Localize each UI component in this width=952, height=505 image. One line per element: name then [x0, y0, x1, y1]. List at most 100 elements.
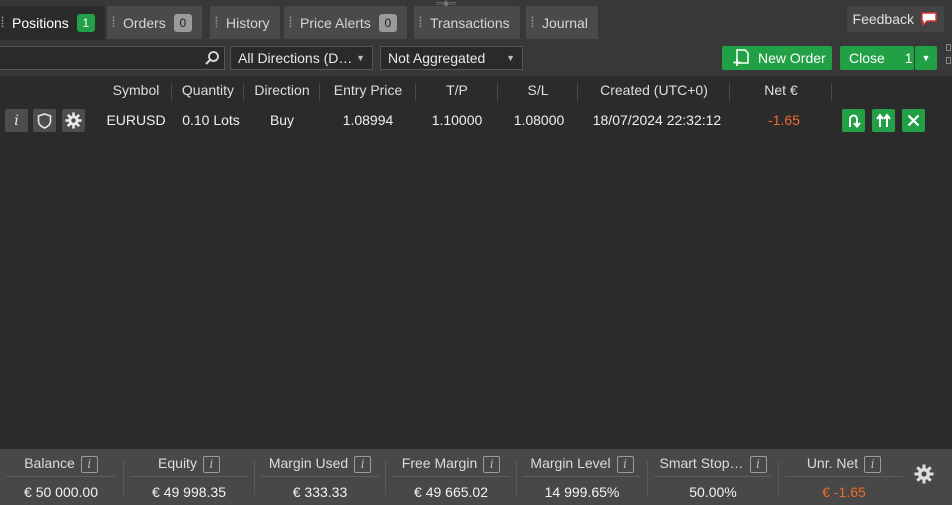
side-panel-grip[interactable]	[944, 40, 952, 80]
new-order-icon	[733, 49, 749, 66]
drag-handle-icon	[289, 16, 292, 28]
divider	[130, 476, 248, 477]
chevron-down-icon: ▼	[506, 53, 515, 63]
stat-margin-used: Margin Used i € 333.33	[255, 453, 385, 501]
tab-orders[interactable]: Orders 0	[107, 6, 202, 39]
close-count: 1	[904, 50, 913, 66]
info-icon[interactable]: i	[749, 455, 767, 473]
tab-label: Transactions	[430, 14, 510, 31]
feedback-label: Feedback	[852, 11, 914, 27]
search-input[interactable]	[0, 46, 225, 70]
cell-created: 18/07/2024 22:32:12	[592, 112, 722, 128]
stat-value: € 49 998.35	[152, 484, 226, 500]
info-icon[interactable]: i	[483, 455, 501, 473]
column-header-tp[interactable]: T/P	[416, 82, 498, 102]
price-alerts-count-badge: 0	[378, 13, 397, 32]
stat-margin-level: Margin Level i 14 999.65%	[517, 453, 647, 501]
column-header-sl[interactable]: S/L	[498, 82, 578, 102]
stat-value: € 333.33	[292, 484, 348, 500]
tab-transactions[interactable]: Transactions	[414, 6, 520, 39]
cell-direction: Buy	[269, 112, 295, 128]
cell-sl[interactable]: 1.08000	[498, 112, 580, 128]
stat-value: 50.00%	[689, 484, 737, 500]
tab-journal[interactable]: Journal	[526, 6, 598, 39]
stat-value: € -1.65	[822, 484, 866, 500]
search-icon[interactable]	[204, 50, 220, 66]
cell-quantity: 0.10 Lots	[182, 112, 240, 128]
stat-smart-stop: Smart Stop… i 50.00%	[648, 453, 778, 501]
chat-bubble-icon	[921, 12, 937, 26]
table-row[interactable]: i EURUSD 0.10 Lots Buy 1.08994 1.10000 1…	[0, 106, 952, 134]
cell-net: -1.65	[768, 112, 800, 128]
column-header-created[interactable]: Created (UTC+0)	[578, 82, 730, 102]
column-header-quantity[interactable]: Quantity	[172, 82, 244, 102]
drag-handle-icon	[112, 16, 115, 28]
drag-handle-icon	[531, 16, 534, 28]
stat-unrealized-net: Unr. Net i € -1.65	[779, 453, 909, 501]
stat-value: € 50 000.00	[24, 484, 98, 500]
tab-price-alerts[interactable]: Price Alerts 0	[284, 6, 407, 39]
aggregation-filter-select[interactable]: Not Aggregated ▼	[380, 46, 523, 70]
stat-free-margin: Free Margin i € 49 665.02	[386, 453, 516, 501]
close-options-dropdown[interactable]: ▼	[915, 46, 937, 70]
divider	[261, 476, 379, 477]
close-icon	[907, 114, 920, 127]
tab-label: Positions	[12, 15, 69, 31]
divider	[654, 476, 772, 477]
feedback-button[interactable]: Feedback	[846, 6, 944, 32]
column-header-net[interactable]: Net €	[730, 82, 832, 102]
double-up-arrow-icon	[876, 113, 891, 127]
stat-label: Margin Used	[268, 455, 349, 471]
info-icon[interactable]: i	[354, 455, 372, 473]
divider	[523, 476, 641, 477]
tab-label: Price Alerts	[300, 14, 371, 31]
shield-icon[interactable]	[33, 109, 56, 132]
info-icon[interactable]: i	[5, 109, 28, 132]
close-position-button[interactable]	[902, 109, 925, 132]
direction-filter-select[interactable]: All Directions (D… ▼	[230, 46, 373, 70]
double-position-button[interactable]	[872, 109, 895, 132]
info-icon[interactable]: i	[80, 455, 98, 473]
divider	[6, 476, 116, 477]
reverse-position-button[interactable]	[842, 109, 865, 132]
info-icon[interactable]: i	[616, 455, 634, 473]
grip-notch	[946, 44, 951, 51]
grip-notch	[946, 57, 951, 64]
gear-icon[interactable]	[914, 464, 934, 484]
info-icon[interactable]: i	[864, 455, 882, 473]
tab-label: Orders	[123, 14, 166, 31]
drag-handle-icon	[1, 16, 4, 28]
orders-count-badge: 0	[173, 13, 192, 32]
stat-label: Balance	[24, 455, 75, 471]
tab-positions[interactable]: Positions 1	[0, 6, 105, 40]
positions-table-header: Symbol Quantity Direction Entry Price T/…	[0, 78, 952, 104]
aggregation-filter-value: Not Aggregated	[388, 50, 486, 66]
chevron-down-icon: ▼	[356, 53, 365, 63]
tab-bar: ═◆═ Positions 1 Orders 0 History Price A…	[0, 0, 952, 40]
stat-label: Free Margin	[401, 455, 478, 471]
info-icon[interactable]: i	[202, 455, 220, 473]
drag-handle-icon	[419, 16, 422, 28]
column-header-entry-price[interactable]: Entry Price	[320, 82, 416, 102]
new-order-button[interactable]: New Order	[722, 46, 832, 70]
new-order-label: New Order	[758, 50, 826, 66]
tab-label: History	[226, 14, 270, 31]
cell-symbol: EURUSD	[106, 112, 166, 128]
column-header-symbol[interactable]: Symbol	[100, 82, 172, 102]
cell-tp[interactable]: 1.10000	[416, 112, 498, 128]
drag-handle-icon	[215, 16, 218, 28]
divider	[392, 476, 510, 477]
stat-balance: Balance i € 50 000.00	[0, 453, 122, 501]
close-all-button[interactable]: Close 1	[840, 46, 914, 70]
stat-value: € 49 665.02	[414, 484, 488, 500]
stat-label: Unr. Net	[806, 455, 859, 471]
reverse-icon	[849, 114, 861, 128]
positions-toolbar: All Directions (D… ▼ Not Aggregated ▼ Ne…	[0, 40, 952, 76]
divider	[785, 476, 903, 477]
tab-history[interactable]: History	[210, 6, 280, 39]
account-summary-bar: Balance i € 50 000.00 Equity i € 49 998.35…	[0, 449, 952, 505]
column-header-direction[interactable]: Direction	[244, 82, 320, 102]
tab-label: Journal	[542, 14, 588, 31]
cell-entry-price: 1.08994	[342, 112, 394, 128]
gear-icon[interactable]	[62, 109, 85, 132]
